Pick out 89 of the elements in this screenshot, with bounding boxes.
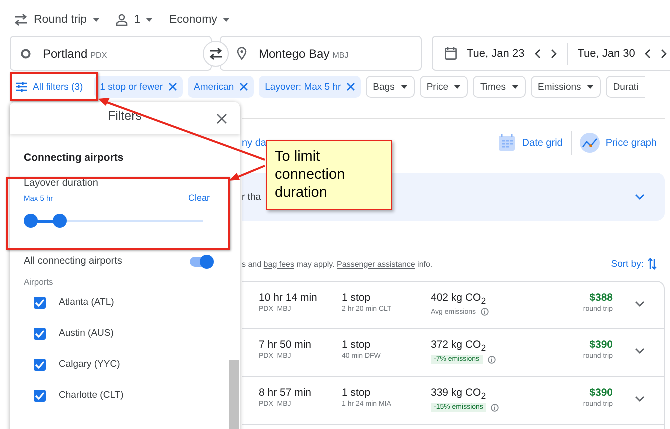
swap-arrows-icon [209, 48, 223, 60]
price-graph-button[interactable]: Price graph [572, 133, 665, 153]
close-icon[interactable] [240, 83, 248, 91]
section-heading: Connecting airports [24, 152, 125, 164]
toggle-switch[interactable] [190, 256, 212, 266]
all-filters-button[interactable]: All filters (3) [10, 76, 90, 98]
checkbox[interactable] [34, 358, 46, 370]
chevron-right-icon[interactable] [661, 48, 668, 58]
date-grid-button[interactable]: Date grid [490, 134, 571, 152]
chevron-down-icon[interactable] [635, 348, 645, 354]
caret-icon [146, 18, 154, 22]
flight-duration: 7 hr 50 min [259, 339, 313, 351]
line-chart-icon [580, 133, 600, 153]
fees-notice: s and bag fees may apply. Passenger assistance info. [242, 260, 433, 268]
scrollbar-thumb[interactable] [229, 360, 239, 429]
sort-arrows-icon [648, 258, 657, 270]
airports-heading: Airports [24, 277, 54, 287]
panel-title: Filters [108, 109, 142, 123]
chevron-left-icon[interactable] [534, 48, 541, 58]
airport-name: Austin (AUS) [59, 328, 114, 339]
sliders-icon [16, 82, 27, 92]
notice-link[interactable]: Passenger assistance [337, 260, 416, 268]
info-icon[interactable] [491, 404, 500, 412]
close-icon[interactable] [217, 114, 227, 124]
applied-filter-chip[interactable]: American [188, 76, 254, 98]
chevron-down-icon [635, 194, 645, 200]
chevron-left-icon[interactable] [645, 48, 652, 58]
sort-by-button[interactable]: Sort by: [611, 258, 657, 270]
dates-link[interactable]: ny da [242, 138, 266, 148]
banner-text: r tha [242, 192, 262, 202]
flight-price: $390 [590, 387, 613, 399]
stops-count: 1 stop [342, 292, 372, 304]
caret-icon [93, 18, 100, 22]
stops-count: 1 stop [342, 339, 372, 351]
flight-duration: 8 hr 57 min [259, 387, 313, 399]
applied-filter-chip[interactable]: Layover: Max 5 hr [259, 76, 362, 98]
destination-field[interactable]: Montego Bay MBJ [220, 36, 422, 71]
filter-dropdown[interactable]: Emissions [531, 76, 602, 98]
checkbox[interactable] [34, 296, 46, 308]
caret-icon [512, 85, 519, 89]
flight-price: $390 [590, 339, 613, 351]
emissions-amount: 372 kg CO$_{2}$ [431, 339, 488, 354]
chevron-right-icon[interactable] [550, 48, 557, 58]
person-icon [116, 14, 128, 26]
filter-dropdown[interactable]: Price [420, 76, 468, 98]
filter-dropdown[interactable]: Bags [366, 76, 415, 98]
caret-icon [223, 18, 230, 22]
swap-button[interactable] [203, 40, 229, 66]
emissions-amount: 402 kg CO$_{2}$ [431, 292, 488, 306]
passengers-dropdown[interactable]: 1 [116, 14, 154, 26]
calendar-grid-icon [498, 134, 516, 152]
close-icon[interactable] [347, 83, 356, 91]
emissions-amount: 339 kg CO$_{2}$ [431, 387, 488, 402]
annotation-tooltip: To limit connection duration [266, 140, 392, 210]
caret-icon [454, 85, 462, 89]
stops-count: 1 stop [342, 387, 372, 399]
flight-price: $388 [590, 292, 613, 304]
checkbox[interactable] [34, 390, 46, 402]
filter-dropdown[interactable]: Times [473, 76, 526, 98]
chevron-down-icon[interactable] [635, 301, 645, 307]
chevron-down-icon[interactable] [635, 396, 645, 402]
location-pin-icon [237, 47, 247, 60]
layover-label: Layover duration [24, 178, 100, 189]
info-icon[interactable] [488, 356, 496, 364]
origin-field[interactable]: Portland PDX [10, 36, 212, 71]
toggle-label: All connecting airports [24, 256, 122, 267]
flight-duration: 10 hr 14 min [259, 292, 318, 304]
clear-button[interactable]: Clear [188, 193, 210, 203]
info-icon[interactable] [481, 308, 490, 316]
return-date[interactable]: Tue, Jan 30 [578, 48, 636, 60]
calendar-icon [445, 47, 457, 60]
airport-name: Charlotte (CLT) [59, 390, 124, 401]
caret-icon [400, 85, 408, 89]
dates-field[interactable]: Tue, Jan 23 Tue, Jan 30 [432, 36, 670, 71]
airport-name: Atlanta (ATL) [59, 297, 114, 308]
filter-dropdown[interactable]: Durati [606, 76, 645, 98]
close-icon[interactable] [169, 83, 177, 91]
circle-icon [21, 48, 31, 58]
departure-date[interactable]: Tue, Jan 23 [467, 48, 525, 60]
notice-link[interactable]: bag fees [264, 260, 294, 268]
checkbox[interactable] [34, 328, 46, 340]
caret-icon [587, 85, 594, 89]
applied-filter-chip[interactable]: 1 stop or fewer [94, 76, 183, 98]
pointer-arrow [229, 165, 266, 181]
trip-type-dropdown[interactable]: Round trip [14, 14, 100, 26]
airport-name: Calgary (YYC) [59, 359, 120, 370]
layover-slider[interactable] [24, 214, 204, 228]
swap-arrows-icon [14, 14, 28, 26]
cabin-class-dropdown[interactable]: Economy [169, 14, 230, 26]
